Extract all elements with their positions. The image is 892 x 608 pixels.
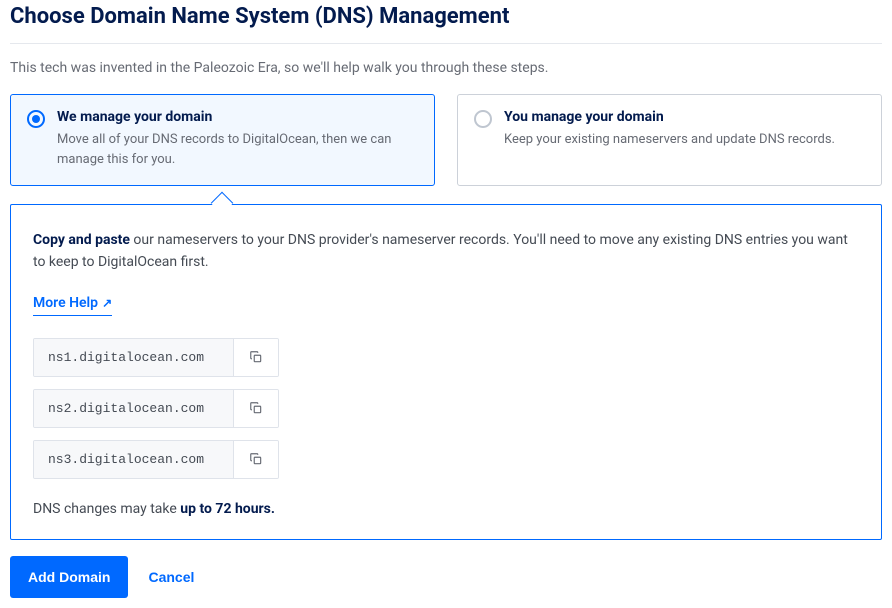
option-text: You manage your domain Keep your existin… [504, 109, 865, 150]
more-help-label: More Help [33, 295, 98, 311]
radio-unselected-icon [474, 110, 492, 128]
instruction-rest: our nameservers to your DNS provider's n… [33, 232, 848, 270]
copy-button[interactable] [234, 441, 278, 478]
footnote-prefix: DNS changes may take [33, 501, 180, 517]
option-we-manage[interactable]: We manage your domain Move all of your D… [10, 94, 435, 186]
option-description: Keep your existing nameservers and updat… [504, 130, 865, 150]
copy-button[interactable] [234, 390, 278, 427]
title-divider [10, 43, 882, 44]
option-you-manage[interactable]: You manage your domain Keep your existin… [457, 94, 882, 186]
nameserver-row: ns2.digitalocean.com [33, 389, 279, 428]
more-help-link[interactable]: More Help ↗ [33, 295, 112, 316]
detail-panel: Copy and paste our nameservers to your D… [10, 204, 882, 540]
nameserver-value: ns3.digitalocean.com [34, 441, 234, 478]
footnote-strong: up to 72 hours. [180, 501, 275, 517]
option-text: We manage your domain Move all of your D… [57, 109, 418, 169]
add-domain-button[interactable]: Add Domain [10, 556, 128, 598]
cancel-button[interactable]: Cancel [148, 569, 194, 585]
instruction-lead: Copy and paste [33, 232, 130, 248]
option-row: We manage your domain Move all of your D… [10, 94, 882, 186]
action-row: Add Domain Cancel [10, 556, 882, 598]
nameserver-list: ns1.digitalocean.com ns2.digitalocean.co… [33, 338, 859, 479]
nameserver-value: ns1.digitalocean.com [34, 339, 234, 376]
copy-icon [249, 401, 263, 415]
copy-button[interactable] [234, 339, 278, 376]
nameserver-row: ns1.digitalocean.com [33, 338, 279, 377]
option-title: We manage your domain [57, 109, 418, 125]
copy-icon [249, 452, 263, 466]
nameserver-instruction: Copy and paste our nameservers to your D… [33, 229, 859, 274]
external-link-icon: ↗ [102, 296, 112, 310]
option-description: Move all of your DNS records to DigitalO… [57, 130, 418, 169]
copy-icon [249, 350, 263, 364]
option-title: You manage your domain [504, 109, 865, 125]
detail-panel-wrapper: Copy and paste our nameservers to your D… [10, 204, 882, 540]
nameserver-value: ns2.digitalocean.com [34, 390, 234, 427]
intro-text: This tech was invented in the Paleozoic … [10, 60, 882, 76]
dns-footnote: DNS changes may take up to 72 hours. [33, 501, 859, 517]
radio-selected-icon [27, 110, 45, 128]
nameserver-row: ns3.digitalocean.com [33, 440, 279, 479]
page-title: Choose Domain Name System (DNS) Manageme… [10, 0, 882, 43]
